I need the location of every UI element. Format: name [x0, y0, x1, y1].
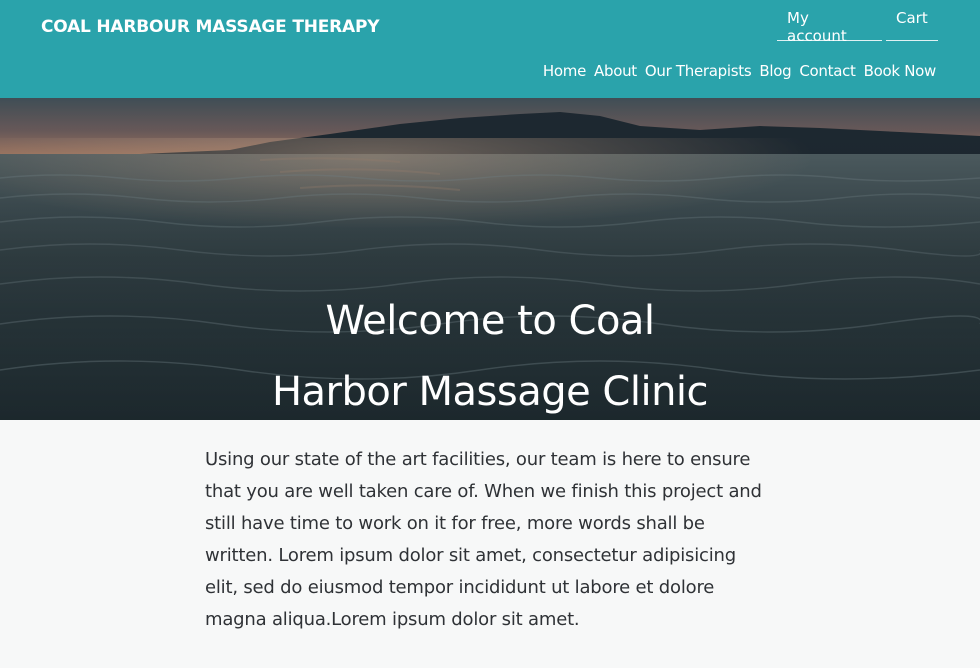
nav-blog[interactable]: Blog [759, 62, 791, 80]
account-nav: My account Cart [777, 0, 938, 45]
hero-title-line-1: Welcome to Coal [325, 298, 655, 344]
nav-book-now[interactable]: Book Now [864, 62, 937, 80]
site-header: COAL HARBOUR MASSAGE THERAPY My account … [0, 0, 980, 98]
intro-paragraph: Using our state of the art facilities, o… [205, 449, 762, 630]
nav-our-therapists[interactable]: Our Therapists [645, 62, 752, 80]
nav-contact[interactable]: Contact [799, 62, 856, 80]
nav-home[interactable]: Home [543, 62, 586, 80]
cart-link[interactable]: Cart [886, 0, 938, 41]
hero-title: Welcome to Coal Harbor Massage Clinic [0, 286, 980, 420]
main-nav: Home About Our Therapists Blog Contact B… [543, 62, 936, 80]
site-brand-link[interactable]: COAL HARBOUR MASSAGE THERAPY [41, 17, 380, 37]
hero-title-line-2: Harbor Massage Clinic [271, 369, 709, 415]
my-account-link[interactable]: My account [777, 0, 882, 45]
main-content: Using our state of the art facilities, o… [0, 420, 980, 668]
hero-banner: Welcome to Coal Harbor Massage Clinic [0, 98, 980, 420]
nav-about[interactable]: About [594, 62, 637, 80]
